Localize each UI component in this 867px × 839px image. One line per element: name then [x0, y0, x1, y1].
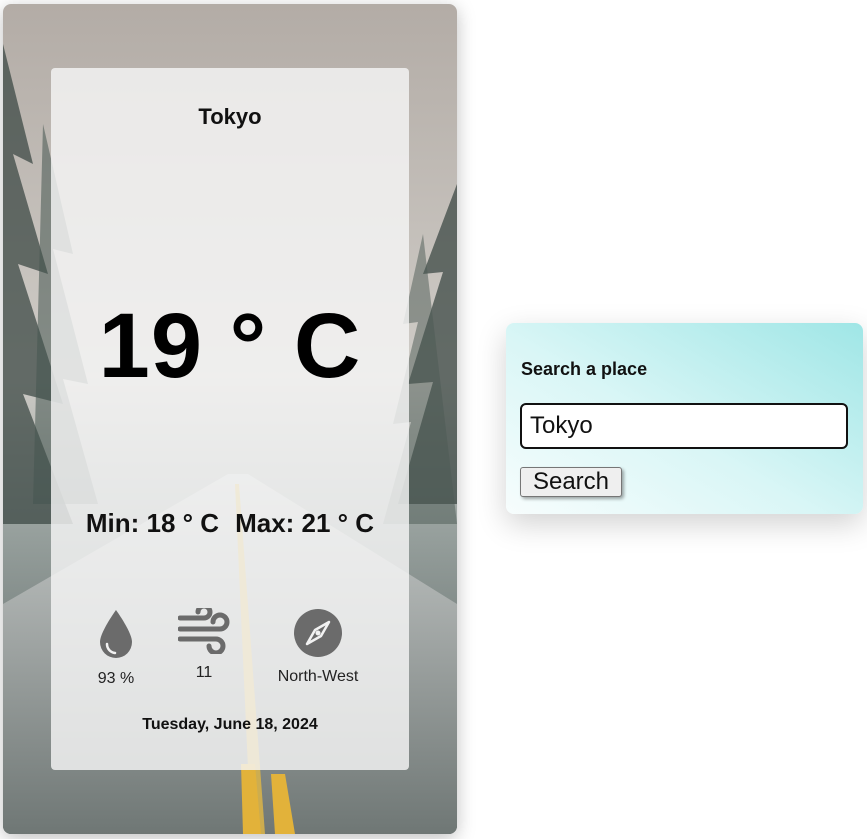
search-title: Search a place — [521, 359, 648, 379]
min-temperature: Min: 18 ° C — [85, 508, 220, 538]
wind-value: 11 — [195, 664, 213, 681]
wind-direction-value: North-West — [277, 668, 359, 685]
wind-direction-stat: North-West — [263, 608, 373, 686]
compass-icon — [294, 609, 342, 657]
humidity-value: 93 % — [97, 670, 135, 687]
city-name: Tokyo — [198, 104, 262, 129]
weather-card: Tokyo 19 ° C Min: 18 ° C Max: 21 ° C 93 %… — [3, 4, 457, 834]
search-input[interactable] — [520, 403, 848, 449]
min-max-temperature: Min: 18 ° C Max: 21 ° C — [51, 508, 409, 539]
max-temperature: Max: 21 ° C — [235, 508, 375, 538]
current-date: Tuesday, June 18, 2024 — [142, 716, 318, 733]
humidity-stat: 93 % — [81, 608, 151, 688]
weather-panel: Tokyo 19 ° C Min: 18 ° C Max: 21 ° C 93 %… — [51, 68, 409, 770]
search-button[interactable]: Search — [520, 467, 622, 497]
search-panel: Search a place Search — [506, 323, 863, 514]
wind-stat: 11 — [169, 608, 239, 682]
wind-icon — [178, 608, 230, 654]
droplet-icon — [100, 610, 132, 658]
current-temperature: 19 ° C — [98, 295, 362, 397]
